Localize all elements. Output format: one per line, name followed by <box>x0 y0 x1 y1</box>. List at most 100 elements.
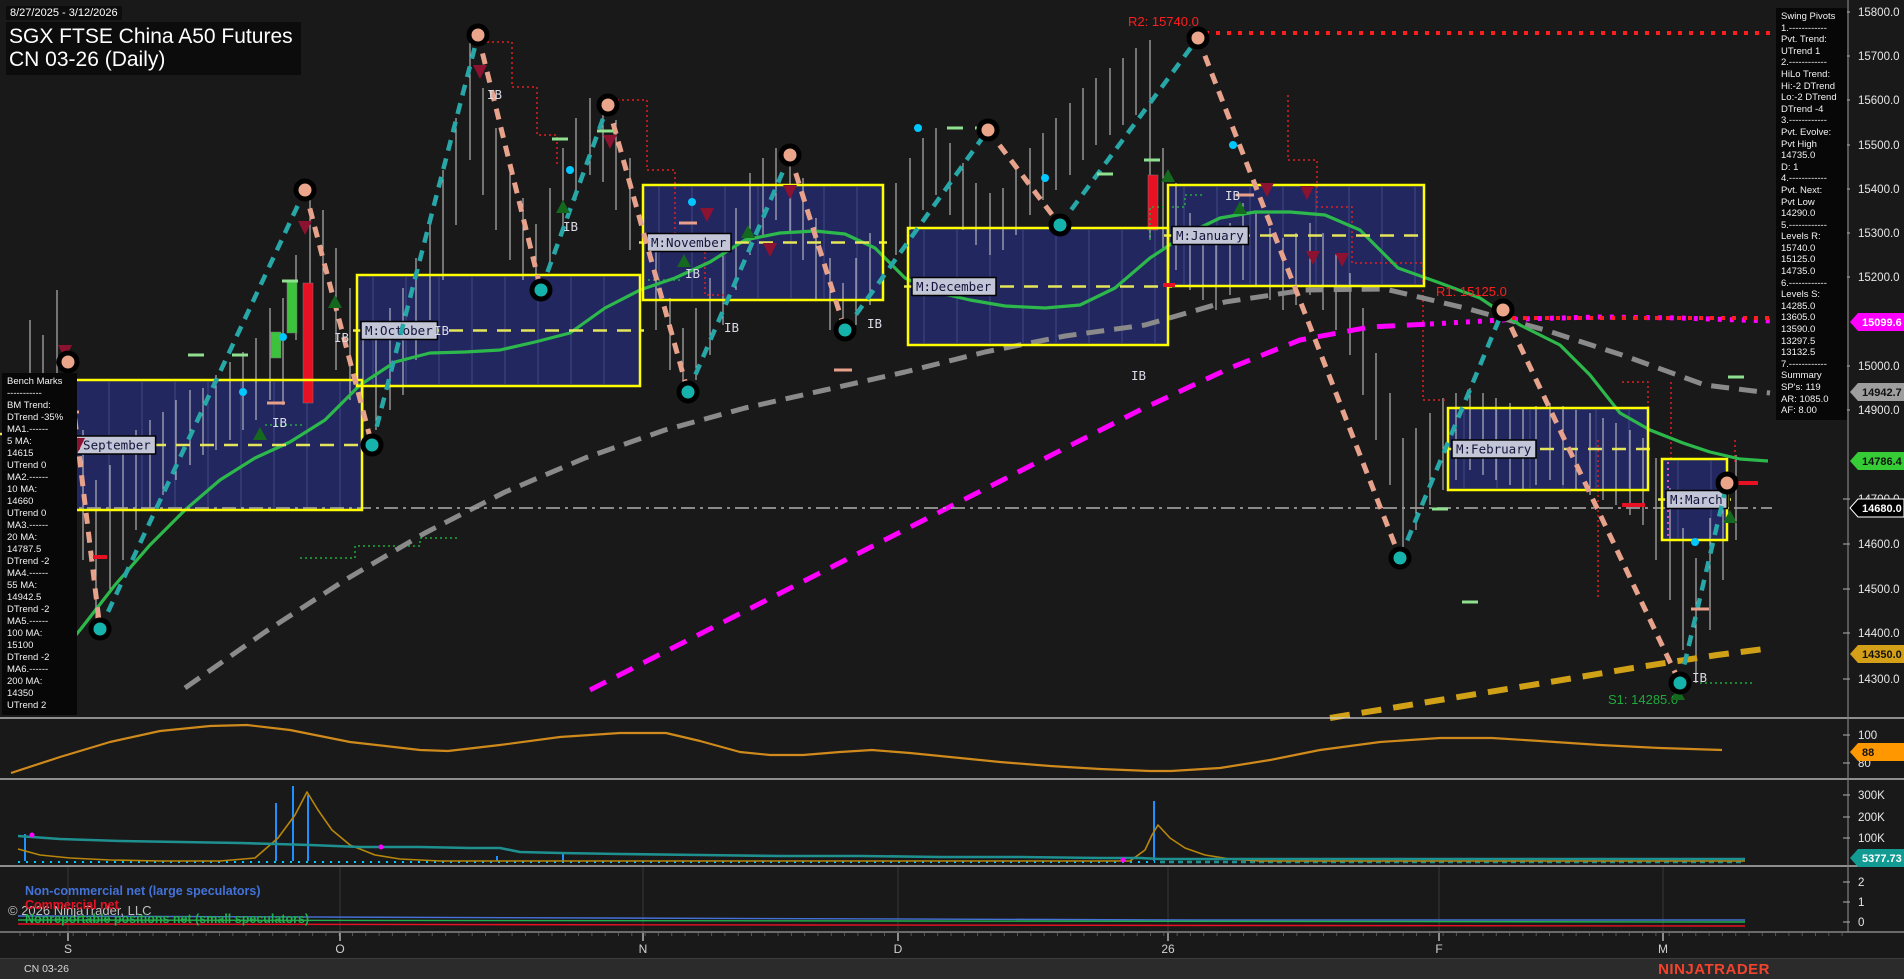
swing-pivots-line: 14290.0 <box>1781 208 1816 220</box>
cot-legend: Non-commercial net (large speculators) Co… <box>25 884 309 926</box>
svg-text:IB: IB <box>1225 188 1240 203</box>
bench-marks-line: MA5.------ <box>7 616 49 627</box>
swing-pivots-line: 13590.0 <box>1781 324 1816 336</box>
swing-pivots-line: Hi:-2 DTrend <box>1781 80 1836 92</box>
swing-pivots-line: D: 1 <box>1781 161 1799 173</box>
svg-text:IB: IB <box>563 219 578 234</box>
swing-pivots-line: 13605.0 <box>1781 312 1816 324</box>
svg-text:IB: IB <box>434 323 449 338</box>
time-axis[interactable] <box>0 932 1848 958</box>
swing-pivots-line: 13132.5 <box>1781 347 1816 359</box>
swing-pivots-line: 1.------------ <box>1781 22 1827 34</box>
swing-pivots-panel: Swing Pivots 1.------------ Pvt. Trend: UTr… <box>1776 8 1847 420</box>
main-chart-canvas[interactable]: R2: 15740.0R1: 15125.0S1: 14285.0M:Septe… <box>0 0 1904 958</box>
bench-marks-line: MA4.------ <box>7 568 49 579</box>
swing-pivots-line: Swing Pivots <box>1781 11 1836 22</box>
swing-pivots-line: 7.------------ <box>1781 358 1827 370</box>
swing-pivots-line: 14735.0 <box>1781 266 1816 278</box>
swing-pivots-line: AF: 8.00 <box>1781 405 1817 417</box>
swing-pivots-line: UTrend 1 <box>1781 45 1821 57</box>
bench-marks-line: 20 MA: <box>7 532 38 543</box>
svg-text:M:October: M:October <box>365 323 433 338</box>
bench-marks-line: DTrend -2 <box>7 604 50 615</box>
bench-marks-line: MA6.------ <box>7 664 49 675</box>
svg-text:M:February: M:February <box>1456 442 1532 457</box>
svg-text:R2: 15740.0: R2: 15740.0 <box>1128 14 1199 29</box>
svg-text:IB: IB <box>685 266 700 281</box>
svg-text:IB: IB <box>867 316 882 331</box>
svg-text:M:December: M:December <box>916 279 992 294</box>
swing-pivots-line: Pvt High <box>1781 138 1817 150</box>
bench-marks-line: 200 MA: <box>7 676 43 687</box>
swing-pivots-line: 3.------------ <box>1781 115 1827 127</box>
svg-text:M:November: M:November <box>651 235 727 250</box>
bench-marks-line: MA3.------ <box>7 520 49 531</box>
cot-legend-item: Non-commercial net (large speculators) <box>25 884 261 898</box>
status-bar: CN 03-26 NINJATRADER <box>0 958 1904 979</box>
bench-marks-line: 14350 <box>7 688 34 699</box>
bench-marks-line: 14787.5 <box>7 544 42 555</box>
bench-marks-line: MA1.------ <box>7 424 49 435</box>
svg-text:M:March: M:March <box>1670 492 1723 507</box>
swing-pivots-line: Levels S: <box>1781 289 1821 301</box>
bench-marks-line: UTrend 0 <box>7 460 47 471</box>
swing-pivots-line: Pvt. Next: <box>1781 184 1823 196</box>
swing-pivots-line: Lo:-2 DTrend <box>1781 92 1837 104</box>
bench-marks-line: 14615 <box>7 448 34 459</box>
ninjatrader-chart-window: 8/27/2025 - 3/12/2026 SGX FTSE China A50… <box>0 0 1904 979</box>
cot-legend-item: Commercial net <box>25 898 119 912</box>
price-axis[interactable] <box>1848 0 1904 932</box>
svg-text:IB: IB <box>1692 670 1707 685</box>
swing-pivots-line: 4.------------ <box>1781 173 1827 185</box>
bench-marks-line: 14942.5 <box>7 592 42 603</box>
bench-marks-line: MA2.------ <box>7 472 49 483</box>
bench-marks-panel: Bench Marks ----------- BM Trend: DTrend -3… <box>2 373 77 715</box>
swing-pivots-line: AR: 1085.0 <box>1781 393 1829 405</box>
bench-marks-line: 55 MA: <box>7 580 38 591</box>
svg-text:IB: IB <box>487 87 502 102</box>
instrument-label: CN 03-26 <box>24 963 69 975</box>
date-range-label: 8/27/2025 - 3/12/2026 <box>6 6 122 20</box>
swing-pivots-line: 14735.0 <box>1781 150 1816 162</box>
swing-pivots-line: 13297.5 <box>1781 335 1816 347</box>
svg-text:IB: IB <box>334 330 349 345</box>
bench-marks-line: DTrend -2 <box>7 556 50 567</box>
swing-pivots-line: 14285.0 <box>1781 300 1816 312</box>
cot-legend-item: Nonreportable positions net (small specu… <box>25 912 310 926</box>
swing-pivots-line: Levels R: <box>1781 231 1821 243</box>
bench-marks-line: Bench Marks <box>7 376 63 387</box>
bench-marks-line: BM Trend: <box>7 400 51 411</box>
bench-marks-line: DTrend -35% <box>7 412 64 423</box>
svg-text:S1: 14285.0: S1: 14285.0 <box>1608 692 1678 707</box>
chart-title: SGX FTSE China A50 Futures CN 03-26 (Dai… <box>6 22 301 75</box>
bench-marks-line: 100 MA: <box>7 628 43 639</box>
bench-marks-line: 5 MA: <box>7 436 32 447</box>
chart-title-line1: SGX FTSE China A50 Futures <box>9 25 293 48</box>
svg-text:M:January: M:January <box>1176 228 1244 243</box>
bench-marks-line: DTrend -2 <box>7 652 50 663</box>
bench-marks-line: 15100 <box>7 640 34 651</box>
swing-pivots-line: DTrend -4 <box>1781 103 1824 115</box>
swing-pivots-line: 15125.0 <box>1781 254 1816 266</box>
swing-pivots-line: Pvt. Evolve: <box>1781 126 1832 138</box>
swing-pivots-line: SP's: 119 <box>1781 382 1821 393</box>
svg-text:R1: 15125.0: R1: 15125.0 <box>1436 284 1507 299</box>
swing-pivots-line: Pvt Low <box>1781 196 1815 208</box>
chart-header: 8/27/2025 - 3/12/2026 SGX FTSE China A50… <box>6 3 301 75</box>
swing-pivots-line: 2.------------ <box>1781 57 1827 69</box>
bench-marks-line: 14660 <box>7 496 34 507</box>
swing-pivots-line: 5.------------ <box>1781 219 1827 231</box>
bench-marks-line: UTrend 0 <box>7 508 47 519</box>
swing-pivots-line: 6.------------ <box>1781 277 1827 289</box>
bench-marks-line: ----------- <box>7 388 42 399</box>
swing-pivots-line: HiLo Trend: <box>1781 68 1831 80</box>
svg-text:IB: IB <box>272 415 287 430</box>
svg-text:IB: IB <box>1131 368 1146 383</box>
chart-title-line2: CN 03-26 (Daily) <box>9 48 166 71</box>
svg-text:IB: IB <box>724 320 739 335</box>
swing-pivots-line: Summary <box>1781 370 1822 382</box>
ninjatrader-logo: NINJATRADER <box>1658 961 1770 978</box>
bench-marks-line: UTrend 2 <box>7 700 47 711</box>
swing-pivots-line: 15740.0 <box>1781 242 1816 254</box>
bench-marks-line: 10 MA: <box>7 484 38 495</box>
